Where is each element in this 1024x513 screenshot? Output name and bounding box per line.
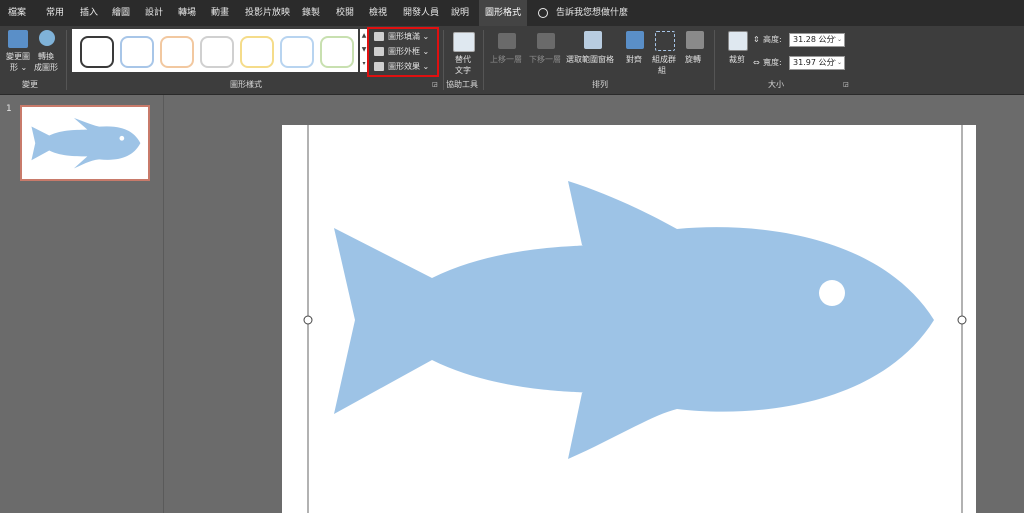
- align-icon[interactable]: [626, 31, 644, 49]
- fish-eye: [819, 280, 845, 306]
- change-shape-icon[interactable]: [8, 30, 28, 48]
- group-label-2[interactable]: 組: [658, 66, 666, 76]
- tell-me-box[interactable]: 告訴我您想做什麼: [538, 0, 628, 26]
- style-thumb-6[interactable]: [280, 36, 314, 68]
- shape-effects-label: 圖形效果 ⌄: [388, 62, 430, 71]
- tab-draw[interactable]: 繪圖: [112, 0, 130, 26]
- shape-styles-group-label: 圖形樣式: [230, 80, 262, 89]
- width-icon: ⇔: [753, 58, 760, 67]
- height-label: 高度:: [763, 35, 782, 44]
- shape-fill-button[interactable]: 圖形填滿 ⌄: [374, 30, 429, 44]
- rotate-icon[interactable]: [686, 31, 704, 49]
- tab-help[interactable]: 說明: [451, 0, 469, 26]
- tab-home[interactable]: 常用: [46, 0, 64, 26]
- alt-text-icon[interactable]: [453, 32, 475, 52]
- height-value: 31.28 公分: [793, 35, 835, 44]
- tab-insert[interactable]: 插入: [80, 0, 98, 26]
- convert-label-2[interactable]: 成圖形: [34, 63, 58, 73]
- change-shape-label-2[interactable]: 形 ⌄: [10, 63, 27, 73]
- width-value: 31.97 公分: [793, 58, 835, 67]
- slide-thumbnail[interactable]: [20, 105, 150, 181]
- tab-slideshow[interactable]: 投影片放映: [245, 0, 290, 26]
- tab-transitions[interactable]: 轉場: [178, 0, 196, 26]
- tab-developer[interactable]: 開發人員: [403, 0, 439, 26]
- width-label: 寬度:: [763, 58, 782, 67]
- style-thumb-1[interactable]: [80, 36, 114, 68]
- style-thumb-5[interactable]: [240, 36, 274, 68]
- shape-effects-button[interactable]: 圖形效果 ⌄: [374, 60, 429, 74]
- tab-animations[interactable]: 動畫: [211, 0, 229, 26]
- divider: [66, 30, 67, 90]
- tab-record[interactable]: 錄製: [302, 0, 320, 26]
- send-backward-label[interactable]: 下移一層: [529, 55, 561, 65]
- shape-outline-label: 圖形外框 ⌄: [388, 47, 430, 56]
- rotate-label[interactable]: 旋轉: [685, 55, 701, 65]
- resize-handle-left[interactable]: [303, 315, 313, 325]
- dialog-launcher-icon[interactable]: ◲: [432, 80, 438, 90]
- tab-review[interactable]: 校閱: [336, 0, 354, 26]
- style-thumb-3[interactable]: [160, 36, 194, 68]
- tab-design[interactable]: 設計: [145, 0, 163, 26]
- shape-styles-gallery: [72, 29, 358, 72]
- fill-icon: [374, 32, 384, 41]
- height-input[interactable]: 31.28 公分 ⌃⌄: [789, 33, 845, 47]
- accessibility-group-label: 協助工具: [446, 80, 478, 89]
- fish-shape[interactable]: [334, 181, 934, 459]
- width-input[interactable]: 31.97 公分 ⌃⌄: [789, 56, 845, 70]
- crop-icon[interactable]: [728, 31, 748, 51]
- tab-view[interactable]: 檢視: [369, 0, 387, 26]
- lightbulb-icon: [538, 7, 548, 18]
- group-icon[interactable]: [655, 31, 675, 51]
- style-thumb-2[interactable]: [120, 36, 154, 68]
- crop-label[interactable]: 裁剪: [729, 55, 745, 65]
- shape-outline-button[interactable]: 圖形外框 ⌄: [374, 45, 429, 59]
- outline-icon: [374, 47, 384, 56]
- slide-number: 1: [6, 104, 12, 114]
- bring-forward-label[interactable]: 上移一層: [490, 55, 522, 65]
- slide[interactable]: [282, 125, 976, 513]
- change-shape-label-1[interactable]: 變更圖: [6, 52, 30, 62]
- resize-handle-right[interactable]: [957, 315, 967, 325]
- fish-shape-canvas: [303, 125, 967, 513]
- convert-label-1[interactable]: 轉換: [38, 52, 54, 62]
- arrange-group-label: 排列: [592, 80, 608, 89]
- tell-me-text: 告訴我您想做什麼: [556, 8, 629, 18]
- alt-text-label-1[interactable]: 替代: [455, 55, 471, 65]
- divider: [483, 30, 484, 90]
- size-group-label: 大小: [768, 80, 784, 89]
- divider: [443, 30, 444, 90]
- tab-file[interactable]: 檔案: [8, 0, 26, 26]
- divider: [714, 30, 715, 90]
- selection-pane-icon[interactable]: [584, 31, 602, 49]
- tab-shape-format[interactable]: 圖形格式: [479, 0, 528, 26]
- effects-icon: [374, 62, 384, 71]
- width-spinner[interactable]: ⌃⌄: [832, 57, 842, 69]
- style-thumb-7[interactable]: [320, 36, 354, 68]
- height-spinner[interactable]: ⌃⌄: [832, 34, 842, 46]
- bring-forward-icon[interactable]: [498, 33, 516, 49]
- group-label-1[interactable]: 組成群: [652, 55, 676, 65]
- align-label[interactable]: 對齊: [626, 55, 642, 65]
- alt-text-label-2[interactable]: 文字: [455, 66, 471, 76]
- shape-format-highlight: 圖形填滿 ⌄ 圖形外框 ⌄ 圖形效果 ⌄: [367, 27, 439, 77]
- selection-pane-label[interactable]: 選取範圍窗格: [566, 55, 614, 65]
- send-backward-icon[interactable]: [537, 33, 555, 49]
- shape-fill-label: 圖形填滿 ⌄: [388, 32, 430, 41]
- convert-icon[interactable]: [39, 30, 55, 46]
- style-thumb-4[interactable]: [200, 36, 234, 68]
- size-dialog-launcher-icon[interactable]: ◲: [843, 80, 849, 90]
- change-group-label: 變更: [22, 80, 38, 89]
- height-icon: ⇕: [753, 35, 760, 44]
- thumbnail-fish: [31, 117, 141, 169]
- ribbon-tab-bar: 檔案 常用 插入 繪圖 設計 轉場 動畫 投影片放映 錄製 校閱 檢視 開發人員…: [0, 0, 1024, 26]
